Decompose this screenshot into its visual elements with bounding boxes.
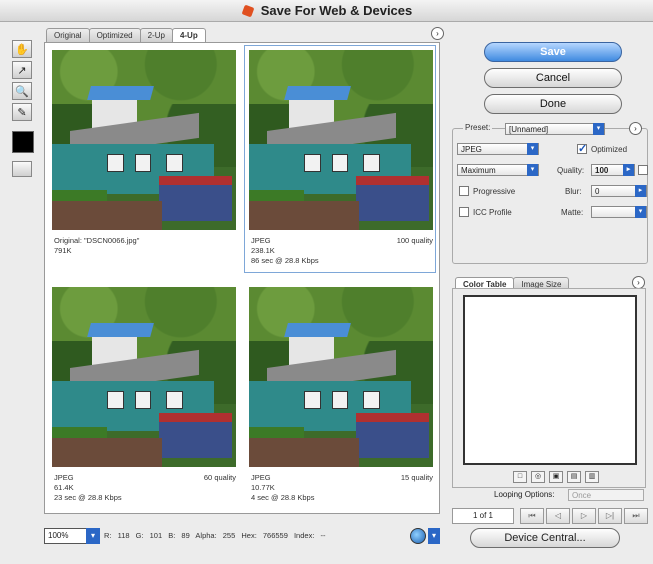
optimization-settings: Preset: [Unnamed] ▾ › JPEG ▾ Optimized M… (452, 122, 648, 264)
progressive-label: Progressive (473, 187, 516, 196)
next-frame-icon[interactable]: ▷| (598, 508, 622, 524)
chevron-down-icon[interactable]: ▾ (428, 528, 440, 544)
blur-label: Blur: (565, 187, 582, 196)
info-line3: 4 sec @ 28.8 Kbps (251, 493, 315, 502)
chevron-down-icon: ▾ (635, 206, 646, 218)
preview-image (52, 50, 236, 230)
toolbox: ✋ ↗ 🔍 ✎ (12, 40, 36, 177)
done-button[interactable]: Done (484, 94, 622, 114)
frame-counter: 1 of 1 (452, 508, 514, 524)
matte-label: Matte: (561, 208, 584, 217)
tab-4-up[interactable]: 4-Up (171, 28, 206, 42)
preset-value: [Unnamed] (509, 125, 549, 134)
window-title: Save For Web & Devices (260, 3, 413, 18)
preview-info: Original: "DSCN0066.jpg" 791K (54, 236, 236, 256)
browser-preview-icon[interactable] (410, 528, 426, 544)
preview-cell-optimized-1[interactable]: JPEG 238.1K 86 sec @ 28.8 Kbps 100 quali… (244, 45, 436, 273)
looping-value: Once (572, 491, 592, 500)
matte-select[interactable]: ▾ (591, 206, 647, 218)
info-quality: 15 quality (400, 473, 433, 482)
preset-label: Preset: (463, 123, 493, 132)
new-color-icon[interactable]: ▤ (567, 471, 581, 483)
save-for-web-dialog: Save For Web & Devices ✋ ↗ 🔍 ✎ Original … (0, 0, 653, 564)
web-shift-icon[interactable]: ◎ (531, 471, 545, 483)
optimize-menu-icon[interactable]: › (629, 122, 642, 135)
eyedropper-color-swatch[interactable] (12, 131, 34, 153)
tab-optimized[interactable]: Optimized (88, 28, 141, 42)
color-table-area[interactable] (463, 295, 637, 465)
blur-input[interactable]: 0 ▸ (591, 185, 647, 197)
previous-frame-icon[interactable]: ◁ (546, 508, 570, 524)
lock-color-icon[interactable]: ▣ (549, 471, 563, 483)
chevron-down-icon: ▾ (593, 123, 604, 135)
save-button[interactable]: Save (484, 42, 622, 62)
last-frame-icon[interactable]: ⏭ (624, 508, 648, 524)
zoom-tool-icon[interactable]: 🔍 (12, 82, 32, 100)
tab-original[interactable]: Original (46, 28, 90, 42)
preview-image (249, 287, 433, 467)
map-color-icon[interactable]: □ (513, 471, 527, 483)
color-readout: R: 118 G: 101 B: 89 Alpha: 255 Hex: 7665… (104, 531, 326, 540)
info-line2: 61.4K (54, 483, 74, 492)
blur-value: 0 (595, 187, 600, 196)
color-table-panel: □ ◎ ▣ ▤ ▥ (452, 288, 646, 488)
app-icon (241, 4, 255, 18)
play-icon[interactable]: ▷ (572, 508, 596, 524)
zoom-input[interactable]: 100% (44, 528, 88, 544)
looping-options-label: Looping Options: (494, 490, 555, 499)
chevron-down-icon[interactable]: ▾ (86, 528, 100, 544)
preview-cell-optimized-2[interactable]: JPEG 61.4K 23 sec @ 28.8 Kbps 60 quality (48, 283, 238, 509)
preview-cell-original[interactable]: Original: "DSCN0066.jpg" 791K (48, 46, 238, 272)
hand-tool-icon[interactable]: ✋ (12, 40, 32, 58)
preview-info: JPEG 10.77K 4 sec @ 28.8 Kbps 15 quality (251, 473, 433, 503)
slice-select-tool-icon[interactable]: ↗ (12, 61, 32, 79)
color-table-actions: □ ◎ ▣ ▤ ▥ (513, 471, 603, 483)
trash-icon[interactable]: ▥ (585, 471, 599, 483)
first-frame-icon[interactable]: ⏮ (520, 508, 544, 524)
compression-select[interactable]: Maximum ▾ (457, 164, 539, 176)
view-tabs: Original Optimized 2-Up 4-Up (46, 28, 206, 42)
info-quality: 60 quality (203, 473, 236, 482)
looping-options-select[interactable]: Once (568, 489, 644, 501)
info-line2: 238.1K (251, 246, 275, 255)
preset-select[interactable]: [Unnamed] ▾ (505, 123, 605, 135)
preview-info: JPEG 238.1K 86 sec @ 28.8 Kbps 100 quali… (251, 236, 433, 266)
preview-image (249, 50, 433, 230)
view-menu-icon[interactable]: › (431, 27, 444, 40)
chevron-down-icon: ▾ (527, 143, 538, 155)
chevron-down-icon: ▾ (527, 164, 538, 176)
info-quality: 100 quality (396, 236, 433, 245)
cancel-button[interactable]: Cancel (484, 68, 622, 88)
info-line3: 86 sec @ 28.8 Kbps (251, 256, 319, 265)
quality-input[interactable]: 100 ▸ (591, 164, 635, 176)
info-line2: 10.77K (251, 483, 275, 492)
quality-label: Quality: (557, 166, 585, 175)
optimized-label: Optimized (591, 145, 628, 154)
zoom-value: 100% (48, 531, 69, 540)
format-select[interactable]: JPEG ▾ (457, 143, 539, 155)
chevron-right-icon: ▸ (635, 185, 646, 197)
title-bar: Save For Web & Devices (0, 0, 653, 22)
toggle-slices-icon[interactable] (12, 161, 32, 177)
preview-cell-optimized-3[interactable]: JPEG 10.77K 4 sec @ 28.8 Kbps 15 quality (245, 283, 435, 509)
device-central-button[interactable]: Device Central... (470, 528, 620, 548)
progressive-checkbox[interactable] (459, 186, 469, 196)
preview-info: JPEG 61.4K 23 sec @ 28.8 Kbps 60 quality (54, 473, 236, 503)
icc-profile-label: ICC Profile (473, 208, 512, 217)
animation-controls: 1 of 1 ⏮ ◁ ▷ ▷| ⏭ (452, 508, 650, 524)
preview-image (52, 287, 236, 467)
format-value: JPEG (461, 145, 482, 154)
quality-mask-icon[interactable] (638, 165, 648, 175)
info-line3: 23 sec @ 28.8 Kbps (54, 493, 122, 502)
info-line2: 791K (54, 246, 72, 255)
optimized-checkbox[interactable] (577, 142, 587, 155)
preview-grid: Original: "DSCN0066.jpg" 791K JPEG 238.1… (44, 42, 440, 514)
tab-2-up[interactable]: 2-Up (139, 28, 173, 42)
info-line1: Original: "DSCN0066.jpg" (54, 236, 140, 245)
icc-profile-checkbox[interactable] (459, 207, 469, 217)
chevron-right-icon: ▸ (623, 164, 634, 176)
eyedropper-tool-icon[interactable]: ✎ (12, 103, 32, 121)
compression-value: Maximum (461, 166, 496, 175)
quality-value: 100 (595, 166, 609, 175)
